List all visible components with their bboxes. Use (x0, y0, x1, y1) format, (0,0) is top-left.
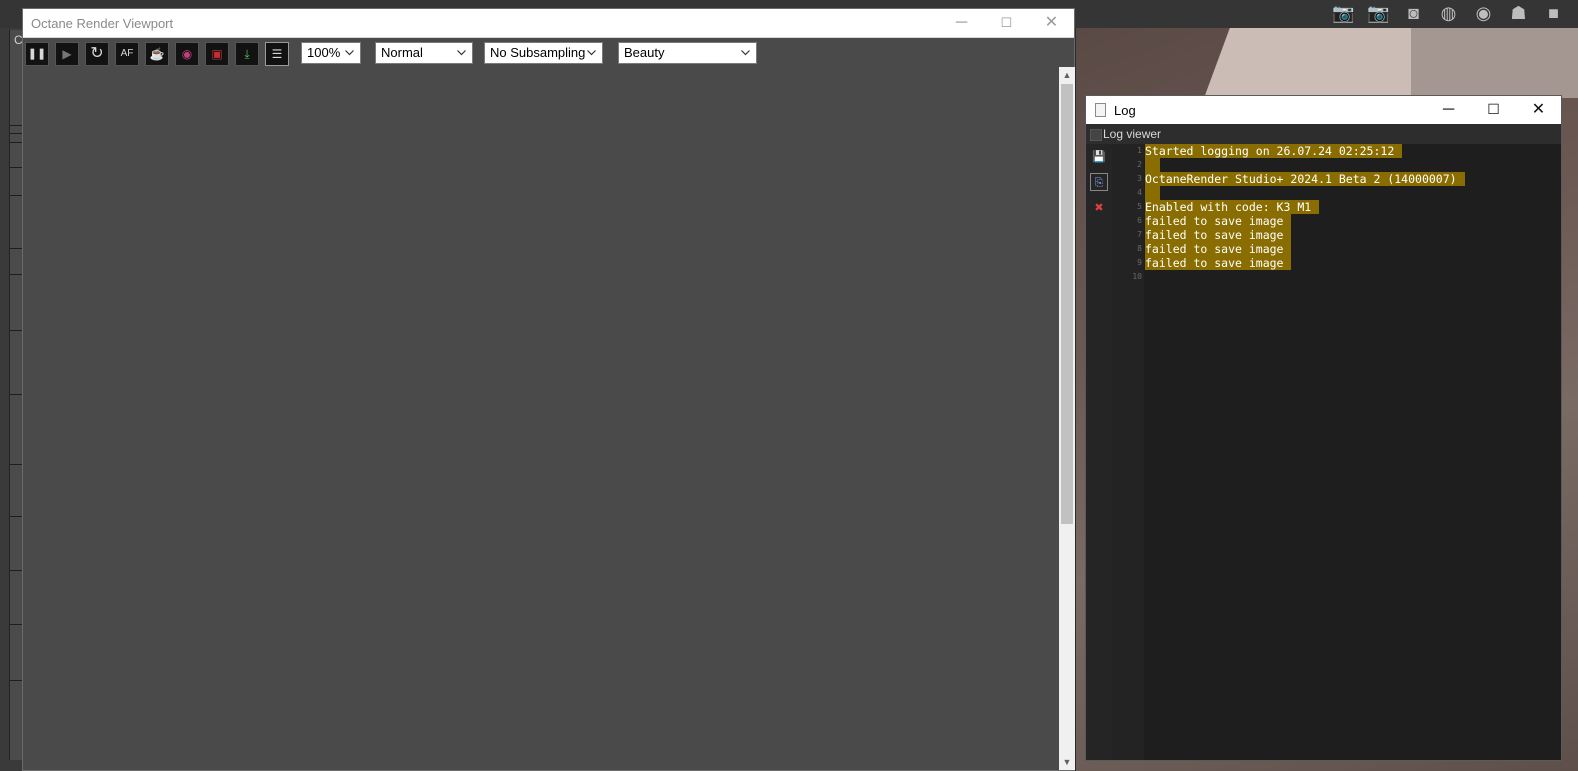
octane-render-viewport-window: Octane Render Viewport ─ ☐ ✕ ❚❚ ▶ ↻ AF ☕… (22, 8, 1075, 771)
camera-icon[interactable]: 📷 (1331, 2, 1356, 24)
minimize-icon[interactable]: ─ (1426, 96, 1471, 124)
log-viewer-header: Log viewer (1086, 124, 1561, 144)
log-title: Log (1114, 103, 1136, 118)
start-button[interactable]: ▶ (55, 42, 79, 66)
save-render-button[interactable]: ⤓ (235, 42, 259, 66)
scroll-down-icon[interactable]: ▼ (1059, 754, 1075, 770)
log-line-text (1145, 158, 1160, 172)
render-pass-value: Beauty (624, 45, 665, 60)
viewport-title: Octane Render Viewport (31, 16, 174, 31)
close-icon[interactable]: ✕ (1029, 9, 1074, 38)
line-number: 4 (1137, 188, 1142, 197)
vertical-scrollbar[interactable]: ▲ ▼ (1059, 67, 1075, 770)
line-number: 9 (1137, 258, 1142, 267)
line-number: 6 (1137, 216, 1142, 225)
log-text-area[interactable]: Started logging on 26.07.24 02:25:12 Oct… (1144, 144, 1561, 760)
line-number: 2 (1137, 160, 1142, 169)
log-line-text: Enabled with code: K3 M1 (1145, 200, 1320, 214)
log-titlebar[interactable]: Log ─ ☐ ✕ (1086, 96, 1561, 124)
lens-icon[interactable]: ◉ (1471, 2, 1496, 24)
log-line-text: OctaneRender Studio+ 2024.1 Beta 2 (1400… (1145, 172, 1465, 186)
log-line-text (1145, 186, 1160, 200)
scrollbar-thumb[interactable] (1061, 84, 1073, 524)
camera-add-icon[interactable]: 📷 (1366, 2, 1391, 24)
host-camera-toolbar: 📷 📷 ◙ ◍ ◉ ☗ ■ (1331, 2, 1566, 24)
host-left-strip (9, 30, 23, 760)
subsampling-dropdown[interactable]: No Subsampling (484, 42, 603, 64)
log-window: Log ─ ☐ ✕ Log viewer 💾 ⎘ ✖ 1 2 3 4 5 6 7… (1085, 95, 1562, 761)
log-line-text: failed to save image (1145, 256, 1292, 270)
log-line: failed to save image (1145, 228, 1292, 242)
log-viewer-toggle[interactable] (1090, 129, 1102, 141)
pause-button[interactable]: ❚❚ (25, 42, 49, 66)
render-pass-dropdown[interactable]: Beauty (618, 42, 757, 64)
chevron-down-icon (345, 43, 354, 63)
color-button[interactable]: ◉ (175, 42, 199, 66)
log-line: failed to save image (1145, 214, 1292, 228)
log-line: Enabled with code: K3 M1 (1145, 200, 1320, 214)
line-number: 7 (1137, 230, 1142, 239)
maximize-icon[interactable]: ☐ (984, 9, 1029, 38)
scroll-up-icon[interactable]: ▲ (1059, 67, 1075, 83)
log-line-numbers: 1 2 3 4 5 6 7 8 9 10 (1112, 144, 1144, 760)
viewport-titlebar[interactable]: Octane Render Viewport ─ ☐ ✕ (23, 9, 1074, 38)
viewport-toolbar: ❚❚ ▶ ↻ AF ☕ ◉ ▣ ⤓ ☰ 100% Normal No Subsa… (23, 39, 1074, 69)
render-canvas[interactable] (23, 69, 1059, 770)
log-line-text: failed to save image (1145, 228, 1292, 242)
chevron-down-icon (741, 43, 750, 63)
line-number: 1 (1137, 146, 1142, 155)
log-toolbar: 💾 ⎘ ✖ (1086, 144, 1112, 760)
log-line-text: Started logging on 26.07.24 02:25:12 (1145, 144, 1403, 158)
line-number: 5 (1137, 202, 1142, 211)
copy-log-icon[interactable]: ⎘ (1090, 173, 1108, 191)
save-log-icon[interactable]: 💾 (1090, 148, 1108, 166)
line-number: 8 (1137, 244, 1142, 253)
maximize-icon[interactable]: ☐ (1471, 96, 1516, 124)
camera-orbit-icon[interactable]: ◍ (1436, 2, 1461, 24)
teapot-button[interactable]: ☕ (145, 42, 169, 66)
camera-frame-icon[interactable]: ◙ (1401, 2, 1426, 24)
log-line-text: failed to save image (1145, 214, 1292, 228)
viewport-object (1204, 28, 1419, 98)
render-mode-value: Normal (381, 45, 423, 60)
log-line: Started logging on 26.07.24 02:25:12 (1145, 144, 1403, 158)
zoom-value: 100% (307, 45, 341, 60)
chevron-down-icon (457, 43, 466, 63)
region-render-button[interactable]: ▣ (205, 42, 229, 66)
viewport-object (1411, 28, 1578, 98)
log-line-text: failed to save image (1145, 242, 1292, 256)
log-button[interactable]: ☰ (265, 42, 289, 66)
camera-rig-icon[interactable]: ☗ (1506, 2, 1531, 24)
log-document-icon (1095, 103, 1106, 117)
restart-button[interactable]: ↻ (85, 42, 109, 66)
log-line: failed to save image (1145, 242, 1292, 256)
line-number: 10 (1132, 272, 1142, 281)
log-line (1145, 186, 1160, 200)
log-line (1145, 158, 1160, 172)
zoom-dropdown[interactable]: 100% (301, 42, 361, 64)
log-line: OctaneRender Studio+ 2024.1 Beta 2 (1400… (1145, 172, 1465, 186)
clear-log-icon[interactable]: ✖ (1090, 199, 1108, 217)
subsampling-value: No Subsampling (490, 45, 586, 60)
line-number: 3 (1137, 174, 1142, 183)
video-camera-icon[interactable]: ■ (1541, 2, 1566, 24)
autofocus-button[interactable]: AF (115, 42, 139, 66)
chevron-down-icon (587, 43, 596, 63)
close-icon[interactable]: ✕ (1516, 96, 1561, 124)
minimize-icon[interactable]: ─ (939, 9, 984, 38)
log-viewer-label: Log viewer (1103, 127, 1162, 141)
render-mode-dropdown[interactable]: Normal (375, 42, 473, 64)
log-line: failed to save image (1145, 256, 1292, 270)
